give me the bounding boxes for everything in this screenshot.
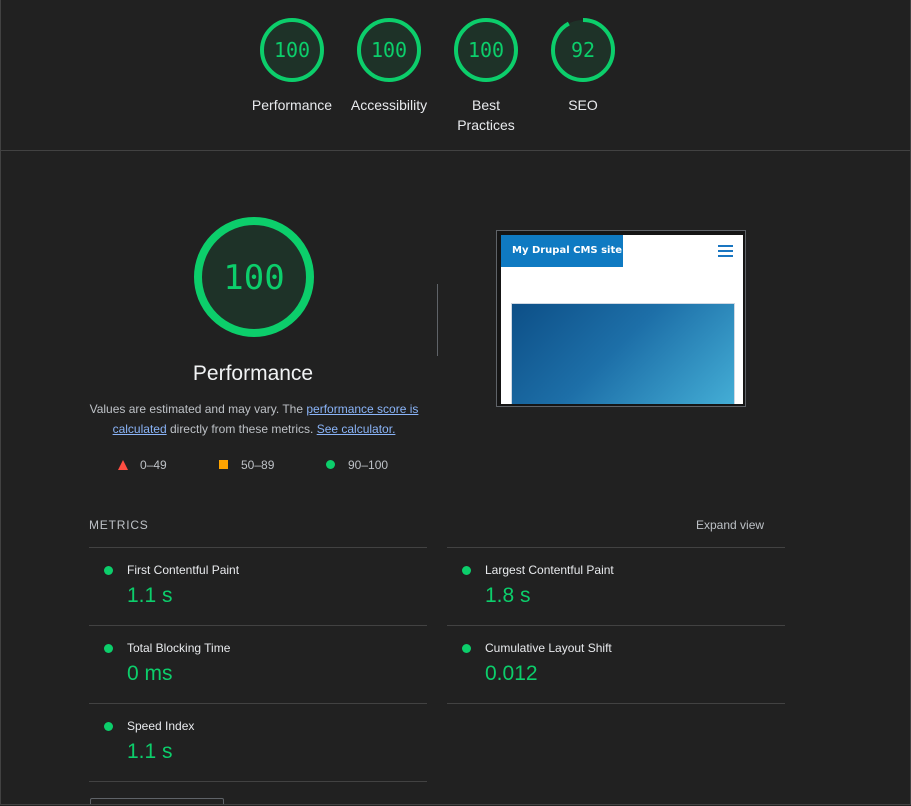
metric-speed-index: Speed Index 1.1 s [89, 703, 427, 782]
screenshot-page: My Drupal CMS site [501, 235, 743, 404]
square-icon [219, 460, 228, 469]
metric-label: Largest Contentful Paint [485, 563, 614, 577]
hero-image [511, 303, 735, 404]
gauge-best-practices-ring: 100 [454, 18, 518, 82]
expand-view-button[interactable]: Expand view [696, 518, 764, 532]
metric-label: Speed Index [127, 719, 195, 733]
performance-description: Values are estimated and may vary. The p… [89, 399, 419, 439]
see-calculator-link[interactable]: See calculator. [317, 422, 396, 436]
metric-label: Cumulative Layout Shift [485, 641, 612, 655]
triangle-icon [118, 460, 128, 470]
performance-score-gauge: 100 [194, 217, 314, 337]
gauge-accessibility-label: Accessibility [350, 97, 428, 113]
gauge-performance-label: Performance [251, 97, 333, 113]
final-screenshot[interactable]: My Drupal CMS site [496, 230, 746, 407]
legend-pass-range: 90–100 [348, 458, 389, 472]
desc-text-1: Values are estimated and may vary. The [89, 402, 307, 416]
metric-total-blocking-time: Total Blocking Time 0 ms [89, 625, 427, 704]
legend-average-range: 50–89 [241, 458, 275, 472]
gauge-seo[interactable]: 92 SEO [528, 16, 638, 115]
hamburger-menu-icon [718, 245, 733, 257]
gauge-accessibility[interactable]: 100 Accessibility [334, 16, 444, 115]
gauge-seo-label: SEO [568, 97, 598, 113]
gauge-performance-score: 100 [274, 38, 310, 62]
gauge-best-practices-score: 100 [468, 38, 504, 62]
lighthouse-report: 100 Performance 100 Accessibility 100 Be… [0, 0, 911, 805]
metric-largest-contentful-paint: Largest Contentful Paint 1.8 s [447, 547, 785, 626]
metric-value: 1.1 s [127, 740, 173, 763]
metric-value: 0.012 [485, 662, 538, 685]
metric-value: 1.8 s [485, 584, 531, 607]
view-treemap-button[interactable] [90, 798, 224, 804]
gauge-seo-score: 92 [571, 38, 595, 62]
performance-score-value: 100 [223, 258, 284, 298]
circle-icon [326, 460, 335, 469]
gauge-performance-ring: 100 [260, 18, 324, 82]
site-title-banner: My Drupal CMS site [501, 235, 623, 267]
desc-text-2: directly from these metrics. [166, 422, 317, 436]
metric-value: 1.1 s [127, 584, 173, 607]
metric-label: Total Blocking Time [127, 641, 231, 655]
category-gauges-header: 100 Performance 100 Accessibility 100 Be… [1, 0, 910, 151]
metric-label: First Contentful Paint [127, 563, 240, 577]
gauge-accessibility-ring: 100 [357, 18, 421, 82]
section-divider [437, 284, 438, 356]
metric-cumulative-layout-shift: Cumulative Layout Shift 0.012 [447, 625, 785, 704]
metric-first-contentful-paint: First Contentful Paint 1.1 s [89, 547, 427, 626]
metric-value: 0 ms [127, 662, 173, 685]
pass-circle-icon [104, 722, 113, 731]
gauge-seo-ring: 92 [551, 18, 615, 82]
gauge-accessibility-score: 100 [371, 38, 407, 62]
pass-circle-icon [462, 566, 471, 575]
gauge-best-practices[interactable]: 100 Best Practices [431, 16, 541, 135]
gauge-best-practices-label: Best Practices [457, 97, 515, 133]
legend-fail-range: 0–49 [140, 458, 167, 472]
pass-circle-icon [104, 644, 113, 653]
gauge-performance[interactable]: 100 Performance [237, 16, 347, 115]
metrics-heading: METRICS [89, 518, 149, 532]
pass-circle-icon [104, 566, 113, 575]
pass-circle-icon [462, 644, 471, 653]
performance-title: Performance [192, 362, 314, 385]
